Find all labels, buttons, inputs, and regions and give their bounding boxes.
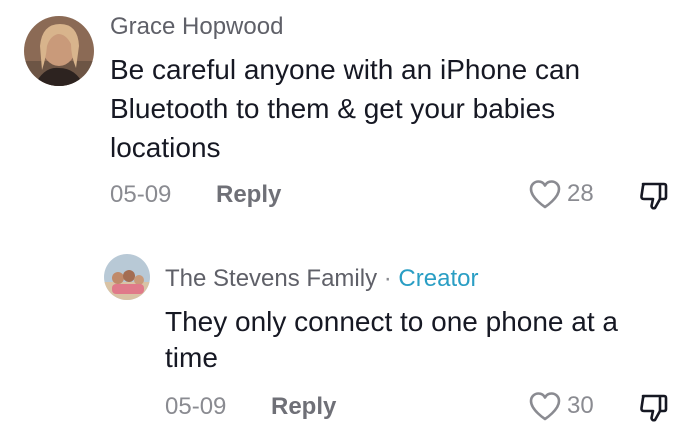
thumbs-down-icon (640, 394, 668, 422)
comment-date: 05-09 (110, 181, 172, 208)
comment-text-line: Be careful anyone with an iPhone can (110, 54, 581, 85)
avatar[interactable] (104, 254, 150, 300)
like-button[interactable]: 28 (528, 177, 594, 211)
reply-author-line: The Stevens Family · Creator (165, 264, 478, 294)
reply-item: The Stevens Family · Creator They only c… (0, 240, 700, 436)
thumbs-down-icon (640, 182, 668, 210)
comment-item: Grace Hopwood Be careful anyone with an … (0, 0, 700, 240)
reply-date: 05-09 (165, 393, 227, 420)
like-count: 30 (567, 392, 594, 419)
profile-photo-icon (104, 254, 150, 300)
heart-icon (529, 180, 561, 209)
avatar[interactable] (24, 16, 94, 86)
separator-dot: · (383, 265, 392, 292)
comment-text-line: Bluetooth to them & get your babies (110, 93, 556, 124)
comment-text-line: locations (110, 132, 221, 163)
reply-text-line: They only connect to one phone at a (165, 306, 618, 337)
profile-photo-icon (24, 16, 94, 86)
dislike-button[interactable] (638, 392, 670, 424)
comment-text: Be careful anyone with an iPhone can Blu… (110, 50, 680, 167)
like-count: 28 (567, 180, 594, 207)
reply-button[interactable]: Reply (271, 392, 336, 422)
reply-text: They only connect to one phone at a time (165, 304, 685, 376)
reply-button[interactable]: Reply (216, 180, 281, 210)
reply-author[interactable]: The Stevens Family (165, 265, 377, 292)
creator-badge: Creator (398, 265, 479, 292)
heart-icon (529, 392, 561, 421)
comment-author[interactable]: Grace Hopwood (110, 12, 283, 42)
like-button[interactable]: 30 (528, 389, 594, 423)
dislike-button[interactable] (638, 180, 670, 212)
reply-text-line: time (165, 342, 218, 373)
